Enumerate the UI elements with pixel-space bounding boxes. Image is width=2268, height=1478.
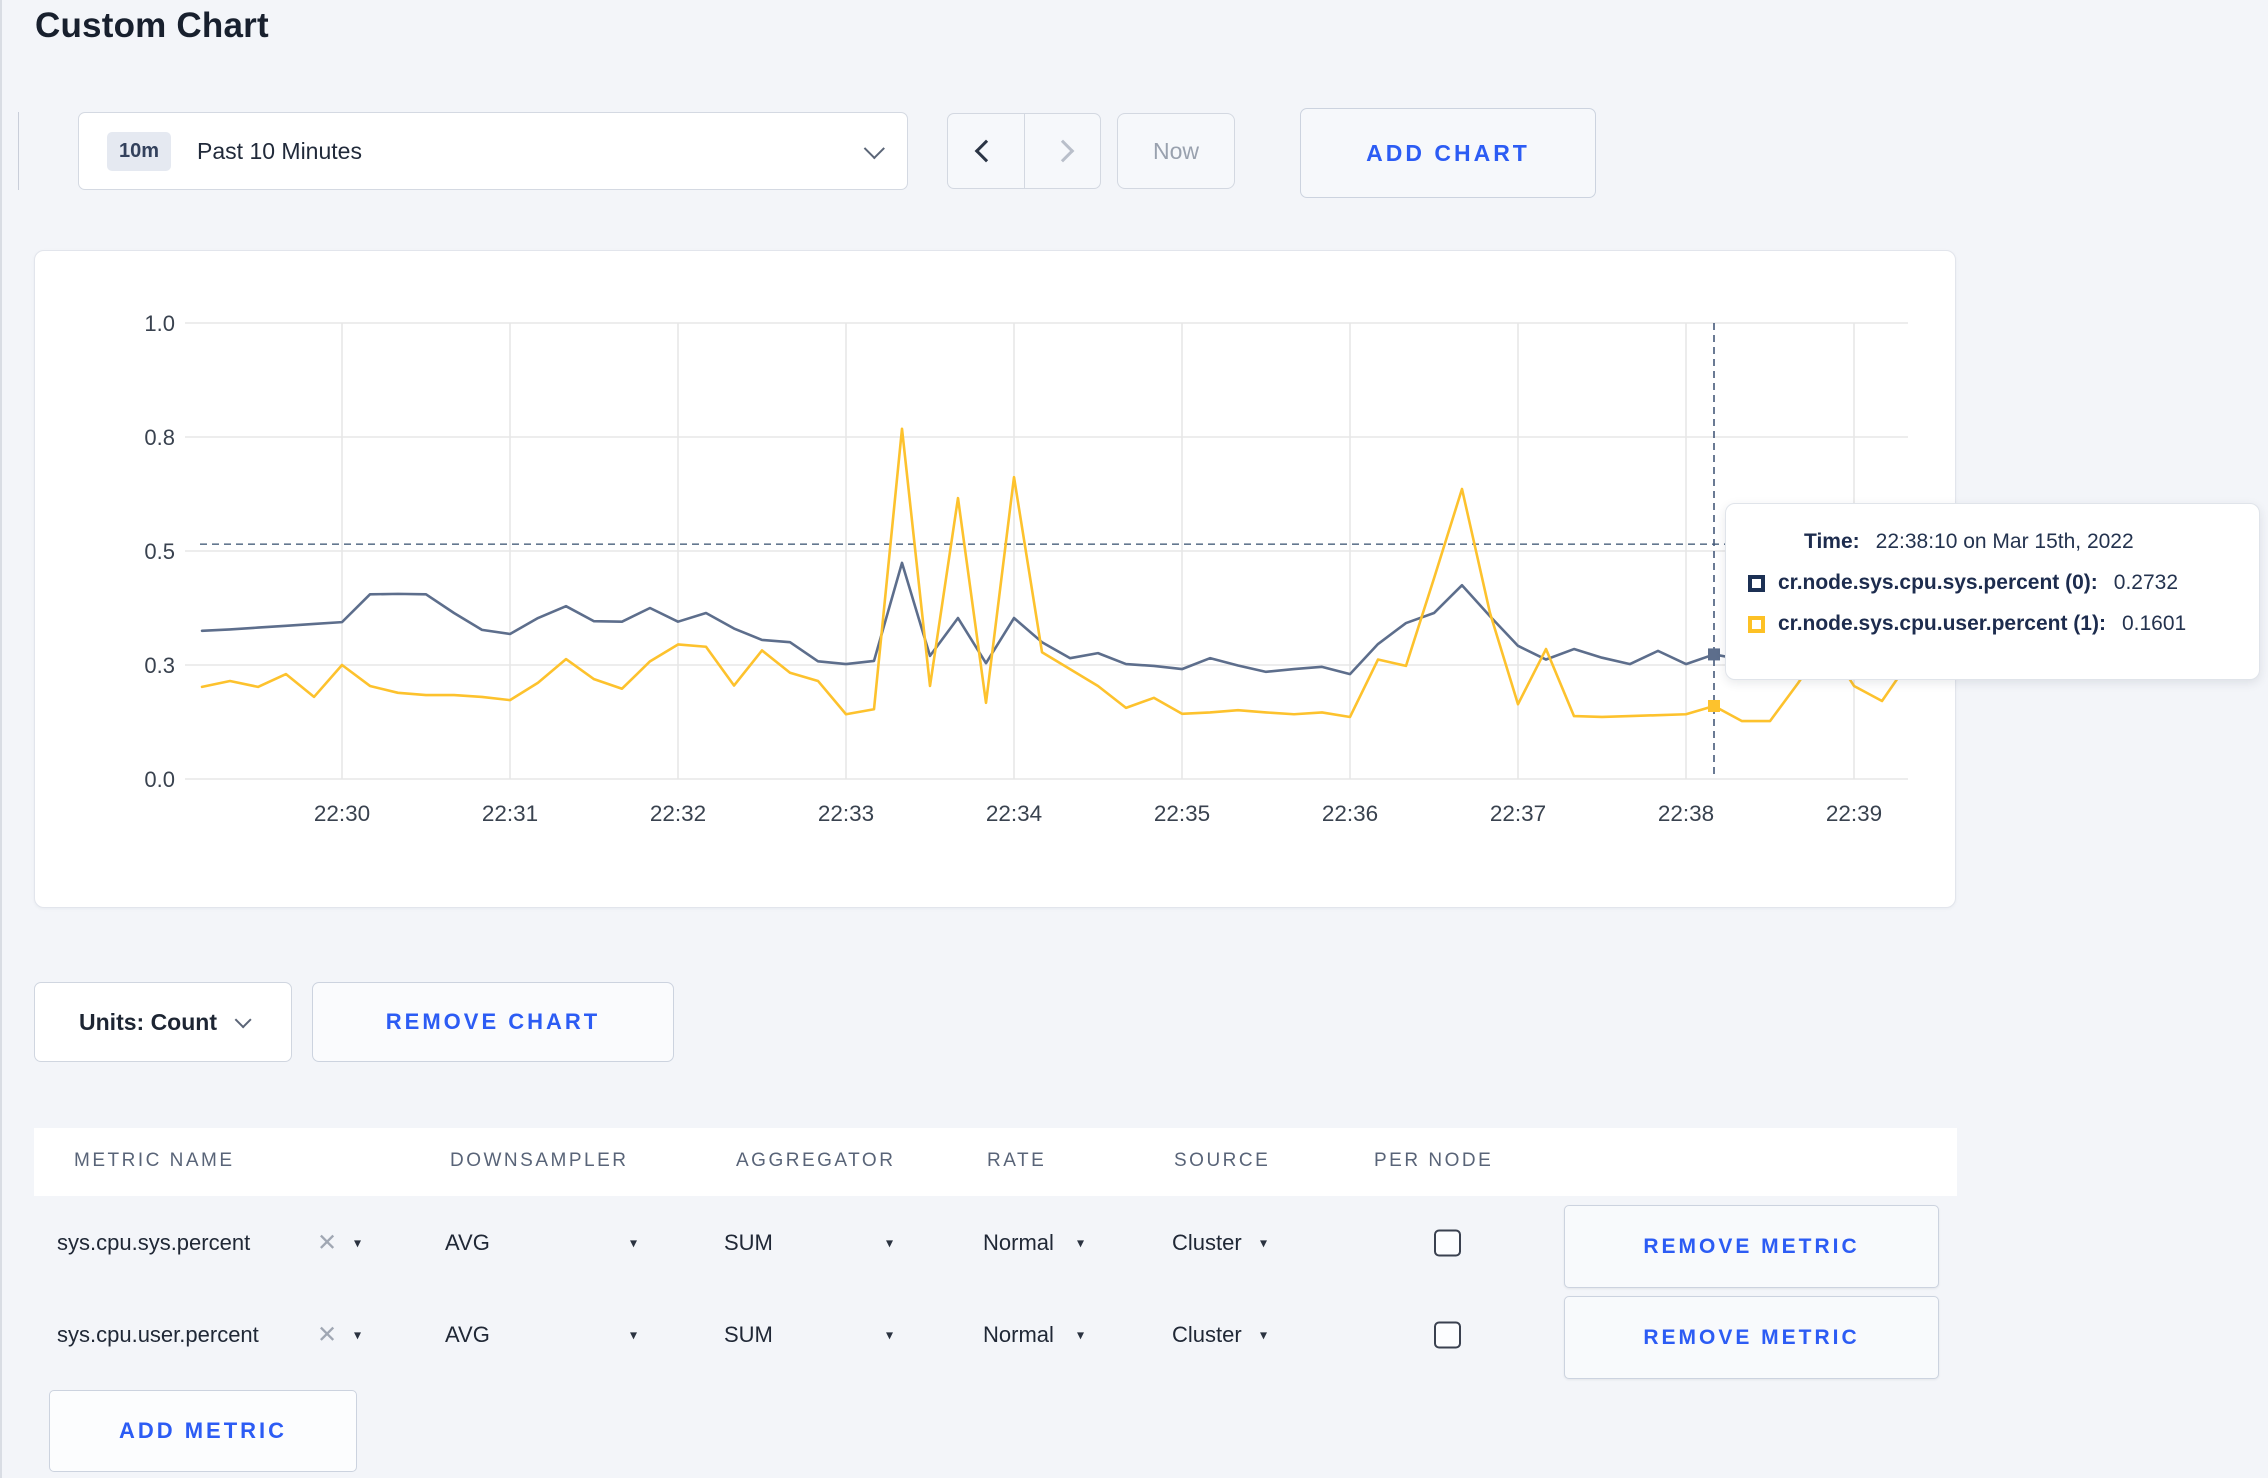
chevron-left-icon: [974, 139, 998, 163]
svg-text:1.0: 1.0: [144, 311, 175, 336]
svg-text:22:35: 22:35: [1154, 801, 1210, 826]
rate-caret-icon[interactable]: ▾: [1077, 1326, 1084, 1343]
time-pager: [947, 113, 1101, 189]
source-caret-icon[interactable]: ▾: [1260, 1234, 1267, 1251]
svg-text:22:37: 22:37: [1490, 801, 1546, 826]
tooltip-series-value: 0.2732: [2113, 571, 2179, 594]
col-header-source: SOURCE: [1174, 1150, 1271, 1171]
page-title: Custom Chart: [35, 6, 269, 45]
aggregator-select[interactable]: SUM: [724, 1230, 773, 1256]
source-select[interactable]: Cluster: [1172, 1230, 1242, 1256]
remove-metric-button[interactable]: REMOVE METRIC: [1564, 1205, 1939, 1288]
remove-chart-button[interactable]: REMOVE CHART: [312, 982, 674, 1062]
chevron-down-icon: [863, 137, 885, 159]
svg-text:0.5: 0.5: [144, 539, 175, 564]
chevron-down-icon: [234, 1011, 252, 1029]
downsampler-caret-icon[interactable]: ▾: [630, 1234, 637, 1251]
svg-text:22:38: 22:38: [1658, 801, 1714, 826]
add-metric-button[interactable]: ADD METRIC: [49, 1390, 357, 1472]
svg-text:22:31: 22:31: [482, 801, 538, 826]
svg-text:0.8: 0.8: [144, 425, 175, 450]
svg-text:22:33: 22:33: [818, 801, 874, 826]
svg-text:22:39: 22:39: [1826, 801, 1882, 826]
aggregator-caret-icon[interactable]: ▾: [886, 1326, 893, 1343]
downsampler-select[interactable]: AVG: [445, 1322, 490, 1348]
clear-metric-icon[interactable]: ✕: [317, 1228, 337, 1257]
time-range-badge: 10m: [107, 131, 172, 171]
user-series-swatch-icon: [1748, 615, 1765, 633]
chart-tooltip: Time: 22:38:10 on Mar 15th, 2022 cr.node…: [1725, 503, 2260, 680]
metric-dropdown-caret-icon[interactable]: ▾: [354, 1234, 361, 1251]
units-select[interactable]: Units: Count: [34, 982, 292, 1062]
source-select[interactable]: Cluster: [1172, 1322, 1242, 1348]
svg-text:22:34: 22:34: [986, 801, 1042, 826]
svg-text:22:32: 22:32: [650, 801, 706, 826]
col-header-aggregator: AGGREGATOR: [736, 1150, 896, 1171]
col-header-metric-name: METRIC NAME: [74, 1150, 235, 1171]
prev-time-button[interactable]: [947, 113, 1024, 189]
chart-card: 0.0 0.3 0.5 0.8 1.0 22:30 22:31 22:32 22:33 22:34…: [34, 250, 1956, 908]
next-time-button[interactable]: [1024, 113, 1101, 189]
metric-name-value[interactable]: sys.cpu.sys.percent: [57, 1230, 250, 1256]
svg-text:0.3: 0.3: [144, 653, 175, 678]
svg-text:22:30: 22:30: [314, 801, 370, 826]
timeseries-chart[interactable]: 0.0 0.3 0.5 0.8 1.0 22:30 22:31 22:32 22:33 22:34…: [35, 251, 1957, 909]
col-header-downsampler: DOWNSAMPLER: [450, 1150, 629, 1171]
svg-text:22:36: 22:36: [1322, 801, 1378, 826]
per-node-checkbox[interactable]: [1434, 1321, 1461, 1348]
tooltip-time-label: Time:: [1804, 530, 1860, 553]
aggregator-select[interactable]: SUM: [724, 1322, 773, 1348]
downsampler-caret-icon[interactable]: ▾: [630, 1326, 637, 1343]
metrics-table-header: METRIC NAME DOWNSAMPLER AGGREGATOR RATE …: [34, 1128, 1957, 1196]
svg-text:0.0: 0.0: [144, 767, 175, 792]
time-range-select[interactable]: 10m Past 10 Minutes: [78, 112, 908, 190]
aggregator-caret-icon[interactable]: ▾: [886, 1234, 893, 1251]
clear-metric-icon[interactable]: ✕: [317, 1320, 337, 1349]
now-button[interactable]: Now: [1117, 113, 1235, 189]
sys-series-swatch-icon: [1748, 574, 1765, 592]
tooltip-series-label: cr.node.sys.cpu.sys.percent (0):: [1778, 571, 2098, 594]
time-range-label: Past 10 Minutes: [197, 137, 362, 164]
remove-metric-button[interactable]: REMOVE METRIC: [1564, 1296, 1939, 1379]
add-chart-button[interactable]: ADD CHART: [1300, 108, 1596, 198]
rate-select[interactable]: Normal: [983, 1230, 1054, 1256]
metric-name-value[interactable]: sys.cpu.user.percent: [57, 1322, 259, 1348]
rate-select[interactable]: Normal: [983, 1322, 1054, 1348]
col-header-rate: RATE: [987, 1150, 1047, 1171]
chevron-right-icon: [1051, 139, 1074, 163]
toolbar-divider: [18, 112, 19, 190]
tooltip-time-value: 22:38:10 on Mar 15th, 2022: [1875, 530, 2134, 553]
rate-caret-icon[interactable]: ▾: [1077, 1234, 1084, 1251]
source-caret-icon[interactable]: ▾: [1260, 1326, 1267, 1343]
metric-dropdown-caret-icon[interactable]: ▾: [354, 1326, 361, 1343]
per-node-checkbox[interactable]: [1434, 1229, 1461, 1256]
units-label: Units: Count: [79, 1008, 217, 1035]
tooltip-series-label: cr.node.sys.cpu.user.percent (1):: [1778, 612, 2106, 635]
tooltip-series-value: 0.1601: [2121, 612, 2187, 635]
downsampler-select[interactable]: AVG: [445, 1230, 490, 1256]
col-header-per-node: PER NODE: [1374, 1150, 1494, 1171]
